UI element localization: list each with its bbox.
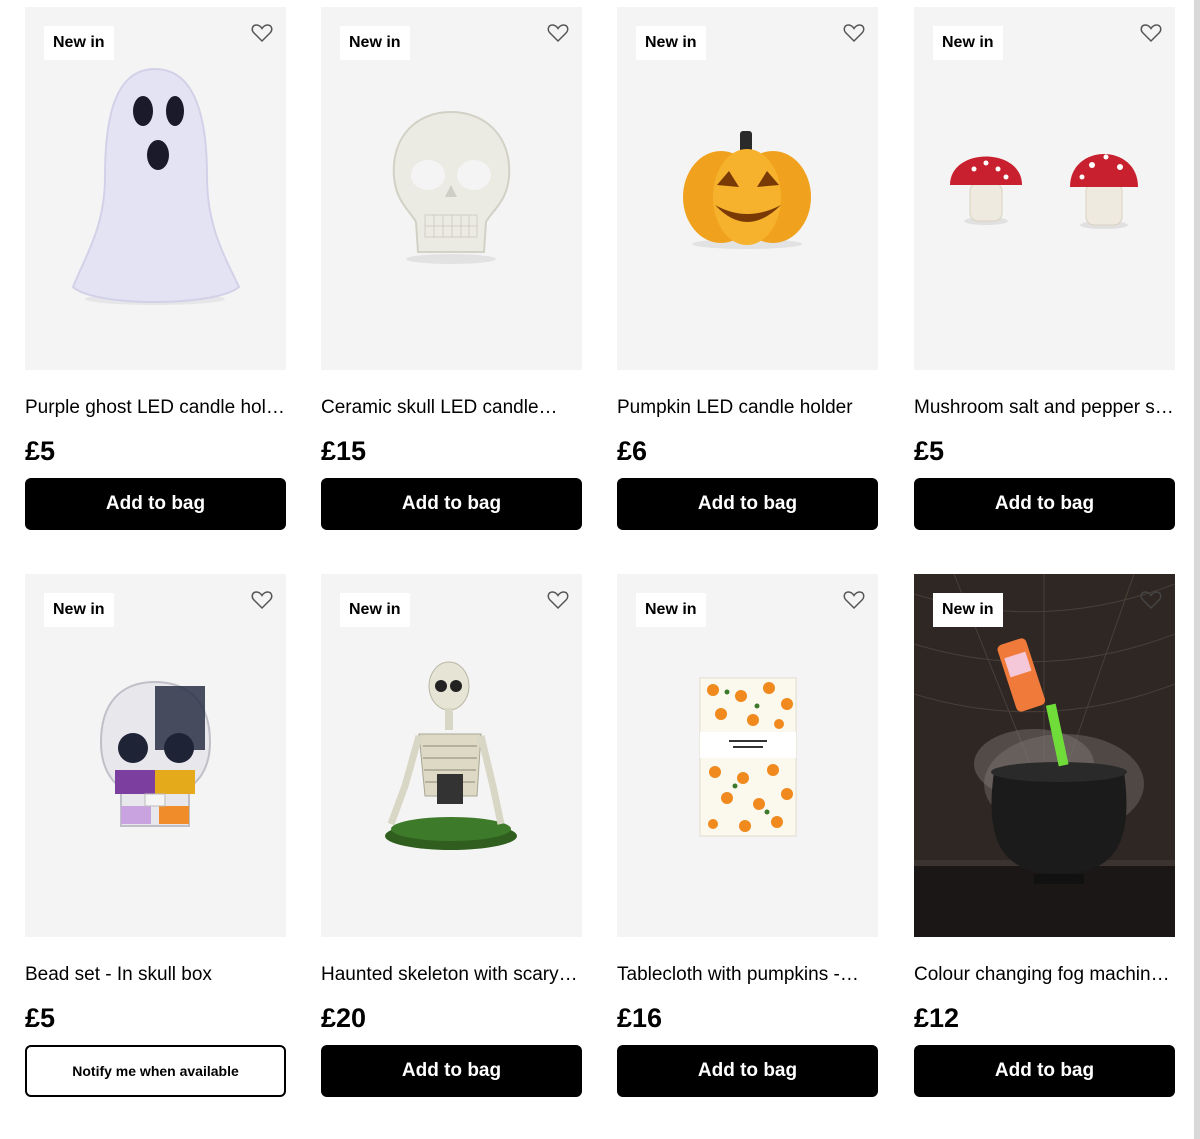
product-image[interactable]: New in [321,574,582,937]
heart-icon[interactable] [1139,21,1163,45]
product-card[interactable]: New in Purple ghost LED candle holder £5… [25,7,286,530]
mushroom-image [950,154,1138,229]
product-card[interactable]: New in Haunted skeleton with scary… £20 … [321,574,582,1097]
product-price: £5 [25,436,56,466]
add-to-bag-button[interactable]: Add to bag [914,478,1175,530]
add-to-bag-button[interactable]: Add to bag [617,478,878,530]
product-name[interactable]: Tablecloth with pumpkins -… [617,963,878,987]
fog-cauldron-image [914,574,1175,937]
new-in-badge: New in [636,26,706,60]
ghost-image [71,67,241,305]
product-name[interactable]: Haunted skeleton with scary… [321,963,582,987]
product-image[interactable]: New in [617,574,878,937]
heart-icon[interactable] [250,21,274,45]
new-in-badge: New in [44,26,114,60]
new-in-badge: New in [340,593,410,627]
product-image[interactable]: New in [914,574,1175,937]
new-in-badge: New in [340,26,410,60]
tablecloth-image [699,677,797,837]
product-image[interactable]: New in [25,574,286,937]
product-price: £20 [321,1003,367,1033]
product-price: £5 [25,1003,56,1033]
product-name[interactable]: Ceramic skull LED candle… [321,396,582,420]
product-card[interactable]: New in Colour changing fog machin… £12 A… [914,574,1175,1097]
heart-icon[interactable] [250,588,274,612]
product-name[interactable]: Bead set - In skull box [25,963,286,987]
scrollbar[interactable] [1194,0,1200,1139]
product-card[interactable]: New in Mushroom salt and pepper s… £5 Ad… [914,7,1175,530]
product-price: £15 [321,436,367,466]
product-image[interactable]: New in [25,7,286,370]
new-in-badge: New in [44,593,114,627]
product-price: £16 [617,1003,663,1033]
heart-icon[interactable] [546,21,570,45]
product-card[interactable]: New in Ceramic skull LED candle… £15 Add… [321,7,582,530]
pumpkin-image [683,131,811,249]
new-in-badge: New in [636,593,706,627]
add-to-bag-button[interactable]: Add to bag [914,1045,1175,1097]
bead-skull-image [99,680,212,827]
product-name[interactable]: Colour changing fog machin… [914,963,1175,987]
add-to-bag-button[interactable]: Add to bag [25,478,286,530]
product-name[interactable]: Pumpkin LED candle holder [617,396,878,420]
add-to-bag-button[interactable]: Add to bag [321,478,582,530]
product-name[interactable]: Purple ghost LED candle holder [25,396,286,420]
scrollbar-thumb[interactable] [1194,0,1200,1139]
skull-image [392,110,511,264]
product-name[interactable]: Mushroom salt and pepper s… [914,396,1175,420]
heart-icon[interactable] [1139,588,1163,612]
product-price: £6 [617,436,648,466]
product-price: £12 [914,1003,960,1033]
heart-icon[interactable] [842,588,866,612]
add-to-bag-button[interactable]: Add to bag [321,1045,582,1097]
skeleton-image [385,661,517,850]
product-card[interactable]: New in Pumpkin LED candle holder £6 Add … [617,7,878,530]
product-card[interactable]: New in Tablecloth with pumpkins -… £16 A… [617,574,878,1097]
notify-me-button[interactable]: Notify me when available [25,1045,286,1097]
product-image[interactable]: New in [321,7,582,370]
product-price: £5 [914,436,945,466]
new-in-badge: New in [933,593,1003,627]
heart-icon[interactable] [842,21,866,45]
product-image[interactable]: New in [914,7,1175,370]
heart-icon[interactable] [546,588,570,612]
new-in-badge: New in [933,26,1003,60]
product-card[interactable]: New in Bead set - In skull box £5 Notify… [25,574,286,1097]
add-to-bag-button[interactable]: Add to bag [617,1045,878,1097]
product-image[interactable]: New in [617,7,878,370]
